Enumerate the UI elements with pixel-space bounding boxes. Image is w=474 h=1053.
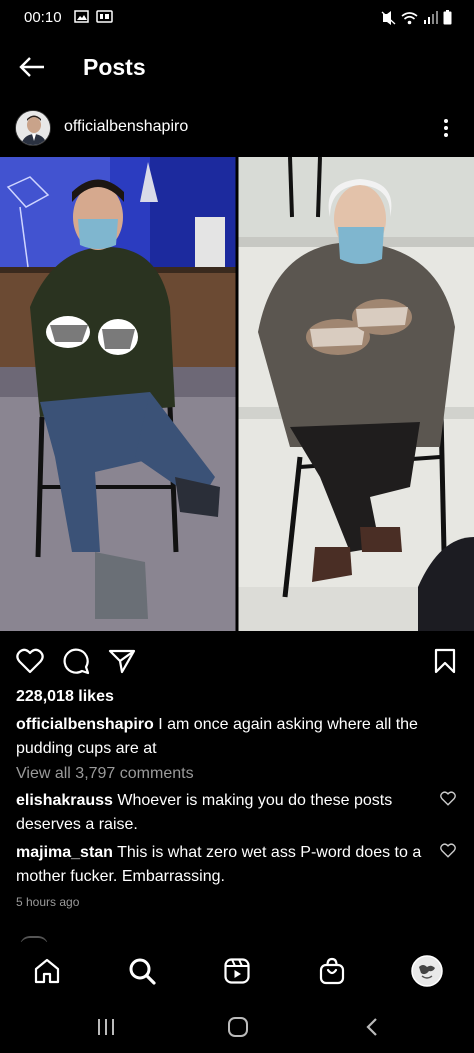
shopping-bag-icon [319, 957, 345, 985]
home-icon [34, 958, 60, 984]
share-button[interactable] [107, 646, 137, 676]
heart-icon [440, 791, 456, 806]
post-header: officialbenshapiro [0, 104, 474, 152]
nav-shop[interactable] [315, 954, 349, 988]
like-button[interactable] [15, 646, 45, 676]
comment-item: elishakrauss Whoever is making you do th… [16, 789, 431, 837]
nav-search[interactable] [125, 954, 159, 988]
nav-reels[interactable] [220, 954, 254, 988]
comment-button[interactable] [61, 646, 91, 676]
home-circle-icon [228, 1017, 248, 1037]
post-caption: officialbenshapiro I am once again askin… [16, 713, 456, 761]
app-header: Posts [0, 36, 474, 98]
profile-avatar-icon [411, 955, 443, 987]
recent-apps-icon [98, 1019, 114, 1035]
avatar[interactable] [15, 110, 51, 146]
more-vertical-icon [444, 119, 448, 137]
status-time: 00:10 [24, 9, 62, 26]
home-system-button[interactable] [223, 1014, 253, 1040]
post-photo [0, 157, 474, 631]
media-notification-icon [96, 10, 113, 23]
post-username[interactable]: officialbenshapiro [64, 118, 188, 136]
heart-icon [16, 648, 44, 674]
save-button[interactable] [430, 646, 460, 676]
battery-icon [443, 10, 452, 25]
mute-vibrate-icon [381, 10, 396, 25]
reels-icon [224, 958, 250, 984]
recent-apps-button[interactable] [91, 1014, 121, 1040]
comment-like-button[interactable] [440, 791, 456, 807]
comment-like-button[interactable] [440, 843, 456, 859]
bookmark-icon [434, 648, 456, 674]
back-button[interactable] [16, 52, 48, 82]
avatar-image [16, 111, 50, 145]
arrow-left-icon [19, 57, 44, 77]
bottom-navigation [0, 942, 474, 998]
heart-icon [440, 843, 456, 858]
status-bar: 00:10 [0, 0, 474, 36]
post-timestamp: 5 hours ago [16, 895, 80, 909]
gallery-notification-icon [74, 10, 89, 23]
comment-username[interactable]: elishakrauss [16, 792, 113, 809]
signal-icon [424, 11, 438, 24]
likes-count[interactable]: 228,018 likes [16, 688, 114, 706]
nav-home[interactable] [30, 954, 64, 988]
comment-icon [63, 648, 90, 675]
post-actions [0, 640, 474, 680]
page-title: Posts [83, 54, 146, 80]
wifi-icon [401, 11, 418, 24]
comment-item: majima_stan This is what zero wet ass P-… [16, 841, 431, 889]
system-navigation-bar [0, 1000, 474, 1053]
search-icon [129, 958, 156, 985]
view-all-comments-link[interactable]: View all 3,797 comments [16, 765, 194, 783]
more-options-button[interactable] [436, 116, 456, 140]
back-system-button[interactable] [357, 1014, 387, 1040]
caption-username[interactable]: officialbenshapiro [16, 716, 154, 733]
comment-username[interactable]: majima_stan [16, 844, 113, 861]
nav-profile[interactable] [410, 954, 444, 988]
chevron-left-icon [366, 1018, 377, 1036]
send-icon [108, 649, 136, 674]
post-image[interactable] [0, 157, 474, 631]
